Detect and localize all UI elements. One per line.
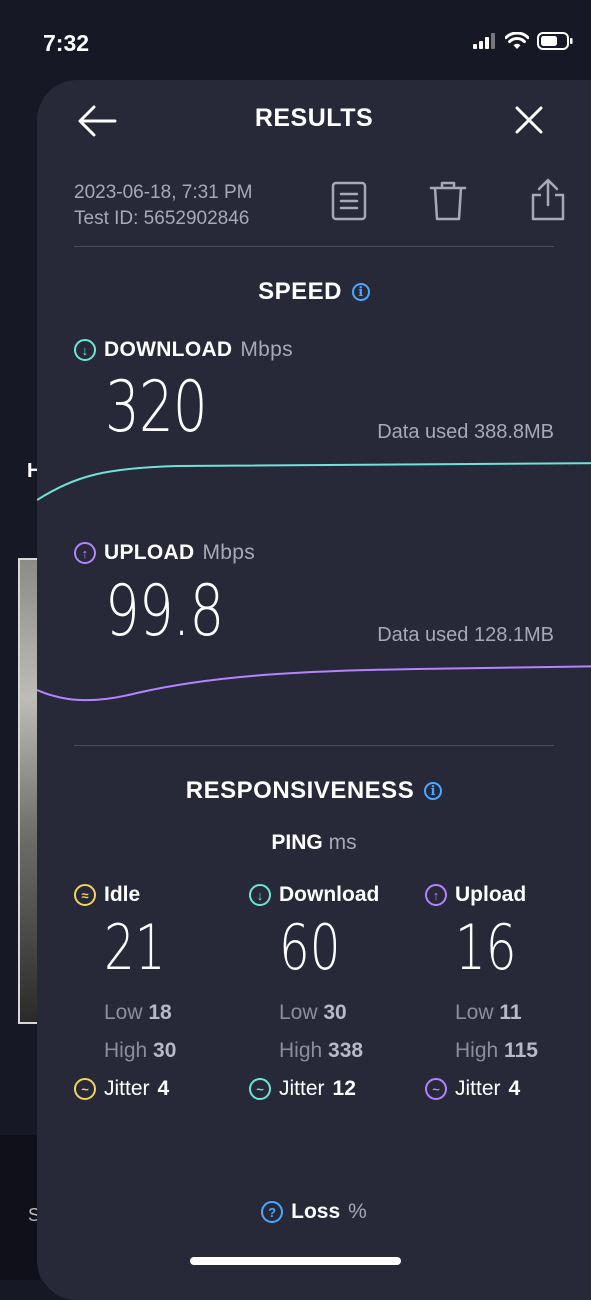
idle-ping-value: 21 [104,911,166,984]
low-value: 18 [148,1001,172,1024]
jitter-label: Jitter [455,1077,501,1100]
download-icon: ↓ [74,339,96,361]
test-id: Test ID: 5652902846 [74,208,250,229]
status-icons [473,32,573,50]
signal-icon [473,33,495,49]
download-ping-label: ↓ Download [249,883,419,907]
download-high: High 338 [279,1039,419,1063]
status-time: 7:32 [43,30,90,56]
ping-unit: ms [328,831,357,854]
responsiveness-title: RESPONSIVENESS [185,777,415,804]
download-jitter: ~ Jitter 12 [249,1077,419,1101]
upload-unit: Mbps [202,541,256,564]
results-sheet: RESULTS 2023-06-18, 7:31 PM Test ID: 565… [37,80,591,1300]
document-icon [331,181,367,221]
share-button[interactable] [529,178,567,227]
download-unit: Mbps [240,338,293,361]
upload-data-used: Data used 128.1MB [377,624,554,646]
upload-icon: ↑ [74,542,96,564]
jitter-icon: ~ [74,1078,96,1100]
divider [74,246,554,247]
download-label-text: DOWNLOAD [104,338,233,361]
ping-column-idle: ≈ Idle 21 Low 18 High 30 ~ Jitter 4 [74,883,244,1101]
jitter-label: Jitter [104,1077,150,1100]
upload-graph [37,665,591,702]
high-label: High [455,1039,499,1062]
jitter-value: 4 [508,1077,521,1100]
upload-jitter: ~ Jitter 4 [425,1077,591,1101]
download-value: 320 [105,366,208,448]
jitter-icon: ~ [249,1078,271,1100]
high-value: 30 [153,1039,177,1062]
jitter-value: 4 [157,1077,170,1100]
status-bar: 7:32 [0,0,591,80]
jitter-value: 12 [332,1077,356,1100]
ping-column-download: ↓ Download 60 Low 30 High 338 ~ Jitter 12 [249,883,419,1101]
upload-low: Low 11 [455,1001,591,1025]
download-data-used: Data used 388.8MB [377,421,554,443]
idle-label: ≈ Idle [74,883,244,907]
idle-icon: ≈ [74,884,96,906]
high-label: High [279,1039,323,1062]
column-label: Upload [455,883,527,906]
download-low: Low 30 [279,1001,419,1025]
upload-high: High 115 [455,1039,591,1063]
details-button[interactable] [330,180,368,227]
loss-row[interactable]: ? Loss % [37,1200,591,1224]
upload-label-text: UPLOAD [104,541,195,564]
download-ping-value: 60 [279,911,341,984]
delete-button[interactable] [429,180,467,227]
column-label: Download [279,883,380,906]
test-date: 2023-06-18, 7:31 PM [74,182,253,203]
info-icon[interactable]: i [351,283,370,301]
idle-jitter: ~ Jitter 4 [74,1077,244,1101]
low-label: Low [455,1001,494,1024]
upload-ping-label: ↑ Upload [425,883,591,907]
loss-unit: % [348,1200,367,1223]
ping-heading: PING ms [37,831,591,855]
info-icon[interactable]: i [424,782,443,800]
idle-high: High 30 [104,1039,244,1063]
ping-column-upload: ↑ Upload 16 Low 11 High 115 ~ Jitter 4 [425,883,591,1101]
idle-low: Low 18 [104,1001,244,1025]
home-indicator[interactable] [190,1257,401,1265]
close-button[interactable] [513,104,547,138]
ping-label: PING [271,831,323,854]
upload-icon: ↑ [425,884,447,906]
divider [74,745,554,746]
low-label: Low [279,1001,318,1024]
low-value: 30 [323,1001,347,1024]
share-icon [531,178,565,221]
test-meta: 2023-06-18, 7:31 PM Test ID: 5652902846 [74,180,253,232]
wifi-icon [505,32,529,49]
low-value: 11 [499,1001,522,1024]
column-label: Idle [104,883,141,906]
low-label: Low [104,1001,143,1024]
high-value: 338 [328,1039,364,1062]
upload-ping-value: 16 [455,911,517,984]
trash-icon [429,181,467,221]
jitter-label: Jitter [279,1077,325,1100]
speed-section-title: SPEED i [37,278,591,306]
high-label: High [104,1039,148,1062]
download-graph [37,462,591,501]
help-icon: ? [261,1201,284,1223]
close-icon [515,106,543,134]
page-title: RESULTS [254,104,374,132]
battery-icon [537,32,573,50]
jitter-icon: ~ [425,1078,447,1100]
download-icon: ↓ [249,884,271,906]
download-label: ↓ DOWNLOAD Mbps [74,338,293,362]
loss-label: Loss [291,1200,341,1223]
speed-title: SPEED [258,278,342,305]
upload-label: ↑ UPLOAD Mbps [74,541,255,565]
upload-value: 99.8 [105,570,224,652]
responsiveness-section-title: RESPONSIVENESS i [37,777,591,805]
high-value: 115 [504,1039,538,1062]
